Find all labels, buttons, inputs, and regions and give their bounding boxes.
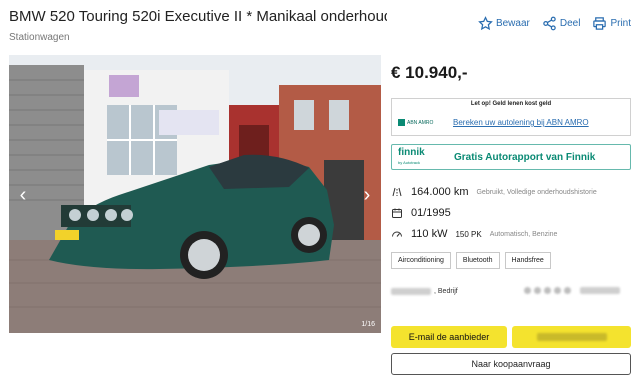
rating-star-icon [524, 287, 531, 294]
abn-amro-logo: ABN AMRO [398, 119, 433, 126]
next-photo-button[interactable]: › [357, 183, 377, 207]
power-note: Automatisch, Benzine [489, 230, 558, 238]
mileage-row: 164.000 km Gebruikt, Volledige onderhoud… [391, 186, 597, 198]
listing-actions: Bewaar Deel Print [478, 16, 631, 31]
email-seller-button[interactable]: E-mail de aanbieder [391, 326, 507, 348]
share-label: Deel [559, 18, 581, 29]
share-icon [543, 16, 556, 31]
calendar-icon [392, 208, 402, 218]
feature-tag: Bluetooth [455, 252, 500, 269]
photo-gallery[interactable]: ‹ › 1/16 [9, 55, 381, 333]
rating-star-icon [534, 287, 541, 294]
mileage-value: 164.000 km [411, 186, 469, 198]
feature-tag: Handsfree [504, 252, 551, 269]
finnik-logo: finnik by Autotrack [398, 148, 425, 168]
finnik-report-label: Gratis Autorapport van Finnik [454, 152, 596, 163]
loan-warning: Let op! Geld lenen kost geld [470, 101, 552, 107]
date-row: 01/1995 [391, 207, 451, 219]
horsepower-value: 150 PK [455, 229, 482, 239]
phone-number-redacted [536, 333, 607, 341]
feature-tags: Airconditioning Bluetooth Handsfree [391, 252, 551, 269]
seller-info[interactable]: , Bedrijf [391, 288, 458, 295]
rating-count-redacted [580, 287, 620, 294]
abn-shield-icon [398, 119, 405, 126]
power-value: 110 kW [411, 228, 448, 240]
printer-icon [593, 17, 607, 30]
rating-star-icon [544, 287, 551, 294]
seller-name-redacted [391, 288, 431, 295]
photo-counter: 1/16 [361, 321, 375, 328]
finnik-report-button[interactable]: finnik by Autotrack Gratis Autorapport v… [391, 144, 631, 170]
gauge-icon [392, 231, 402, 237]
bank-name: ABN AMRO [407, 119, 434, 126]
print-label: Print [610, 18, 631, 29]
save-button[interactable]: Bewaar [478, 16, 530, 31]
mileage-note: Gebruikt, Volledige onderhoudshistorie [476, 188, 597, 196]
rating-star-icon [554, 287, 561, 294]
rating-star-icon [564, 287, 571, 294]
loan-box: Let op! Geld lenen kost geld ABN AMRO Be… [391, 98, 631, 136]
previous-photo-button[interactable]: ‹ [13, 183, 33, 207]
price: € 10.940,- [391, 63, 468, 82]
share-button[interactable]: Deel [542, 16, 581, 31]
odometer-icon [392, 187, 402, 197]
call-seller-button[interactable] [512, 326, 631, 348]
print-button[interactable]: Print [592, 16, 631, 31]
save-label: Bewaar [495, 18, 530, 29]
finnik-logo-text: finnik [398, 147, 425, 158]
star-icon [478, 16, 493, 31]
car-photo [9, 55, 381, 333]
loan-calculator-link[interactable]: Bereken uw autolening bij ABN AMRO [453, 118, 589, 127]
purchase-request-button[interactable]: Naar koopaanvraag [391, 353, 631, 375]
finnik-logo-sub: by Autotrack [398, 160, 421, 165]
seller-rating [524, 287, 620, 294]
listing-title: BMW 520 Touring 520i Executive II * Mani… [9, 8, 387, 25]
power-row: 110 kW 150 PK Automatisch, Benzine [391, 228, 557, 240]
listing-subtitle: Stationwagen [9, 32, 70, 43]
feature-tag: Airconditioning [391, 252, 451, 269]
registration-date: 01/1995 [411, 207, 451, 219]
seller-type: , Bedrijf [434, 288, 458, 295]
